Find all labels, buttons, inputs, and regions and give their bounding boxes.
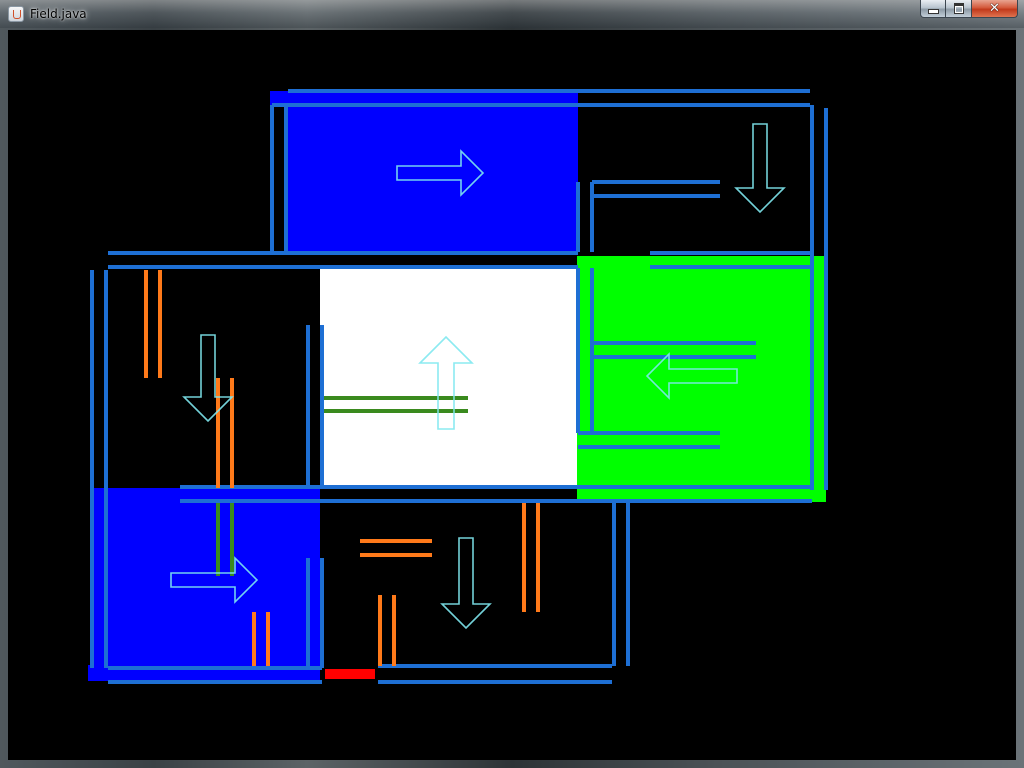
center-room-floor [320, 266, 577, 488]
game-field[interactable] [8, 30, 1016, 760]
close-button[interactable]: ✕ [972, 0, 1018, 18]
title-bar[interactable]: Field.java ✕ [0, 0, 1024, 28]
minimize-button[interactable] [920, 0, 946, 18]
exit-door [325, 669, 375, 679]
right-room-floor [577, 256, 825, 501]
top-right-room-floor [578, 93, 810, 253]
window-title: Field.java [30, 7, 87, 21]
app-window: Field.java ✕ [0, 0, 1024, 768]
window-controls: ✕ [920, 0, 1018, 19]
maximize-icon [953, 3, 964, 14]
top-room-floor [286, 93, 578, 253]
java-cup-icon[interactable] [8, 6, 24, 22]
game-canvas[interactable] [8, 30, 1016, 760]
left-room-floor [108, 268, 320, 488]
maximize-button[interactable] [946, 0, 972, 18]
bottom-left-room-floor [90, 488, 320, 680]
close-icon: ✕ [989, 0, 1000, 16]
bottom-room-floor [320, 500, 620, 670]
minimize-icon [927, 9, 939, 14]
